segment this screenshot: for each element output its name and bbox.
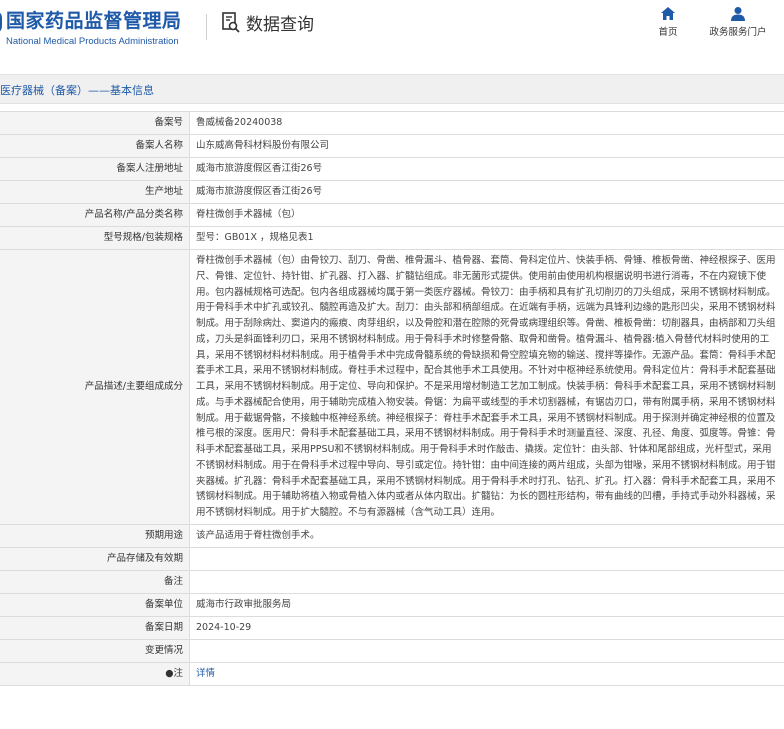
row-value: 详情 bbox=[189, 661, 784, 686]
row-label: 产品描述/主要组成成分 bbox=[0, 249, 190, 525]
row-value bbox=[189, 638, 784, 663]
table-row: 预期用途 该产品适用于脊柱微创手术。 bbox=[0, 523, 784, 548]
row-label: ●注 bbox=[0, 661, 190, 686]
nav-service-portal[interactable]: 政务服务门户 bbox=[700, 6, 776, 38]
table-row: 备案人名称 山东威高骨科材料股份有限公司 bbox=[0, 134, 784, 158]
row-label: 备案单位 bbox=[0, 592, 190, 617]
table-row: 备注 bbox=[0, 569, 784, 594]
row-value: 2024-10-29 bbox=[189, 615, 784, 640]
table-row: 型号规格/包装规格 型号：GB01X ，规格见表1 bbox=[0, 226, 784, 250]
row-label: 型号规格/包装规格 bbox=[0, 226, 190, 250]
row-label: 生产地址 bbox=[0, 180, 190, 204]
row-label: 备案人名称 bbox=[0, 134, 190, 158]
table-row: 备案人注册地址 威海市旅游度假区香江街26号 bbox=[0, 157, 784, 181]
table-row: 产品名称/产品分类名称 脊柱微创手术器械（包） bbox=[0, 203, 784, 227]
row-value: 鲁威械备20240038 bbox=[189, 111, 784, 135]
row-value: 脊柱微创手术器械（包） bbox=[189, 203, 784, 227]
user-icon bbox=[731, 7, 745, 21]
row-label: 变更情况 bbox=[0, 638, 190, 663]
table-row: 变更情况 bbox=[0, 638, 784, 663]
details-link[interactable]: 详情 bbox=[196, 668, 215, 679]
section-title-text: 数据查询 bbox=[246, 15, 314, 35]
nav-home-label: 首页 bbox=[658, 27, 678, 38]
row-value: 威海市行政审批服务局 bbox=[189, 592, 784, 617]
site-logo[interactable]: 国家药品监督管理局 National Medical Products Admi… bbox=[0, 6, 200, 47]
nav-home[interactable]: 首页 bbox=[650, 6, 686, 38]
logo-title-en: National Medical Products Administration bbox=[6, 36, 179, 47]
row-label: 预期用途 bbox=[0, 523, 190, 548]
row-value: 型号：GB01X ，规格见表1 bbox=[189, 226, 784, 250]
nav-service-portal-label: 政务服务门户 bbox=[709, 27, 767, 38]
row-value bbox=[189, 546, 784, 571]
row-value: 该产品适用于脊柱微创手术。 bbox=[189, 523, 784, 548]
document-search-icon bbox=[222, 11, 240, 33]
table-row: 生产地址 威海市旅游度假区香江街26号 bbox=[0, 180, 784, 204]
header-divider bbox=[206, 14, 207, 40]
site-header: 国家药品监督管理局 National Medical Products Admi… bbox=[0, 0, 784, 74]
row-value-description: 脊柱微创手术器械（包）由骨铰刀、刮刀、骨凿、椎骨漏斗、植骨器、套筒、骨科定位片、… bbox=[189, 249, 784, 525]
section-banner: 医疗器械（备案）——基本信息 bbox=[0, 74, 784, 104]
table-row: 备案号 鲁威械备20240038 bbox=[0, 111, 784, 135]
row-label: 产品名称/产品分类名称 bbox=[0, 203, 190, 227]
row-value bbox=[189, 569, 784, 594]
row-label: 备注 bbox=[0, 569, 190, 594]
table-row: 备案单位 威海市行政审批服务局 bbox=[0, 592, 784, 617]
section-title: 数据查询 bbox=[222, 10, 314, 35]
record-detail-table: 备案号 鲁威械备20240038 备案人名称 山东威高骨科材料股份有限公司 备案… bbox=[0, 111, 784, 686]
row-value: 威海市旅游度假区香江街26号 bbox=[189, 180, 784, 204]
row-value: 山东威高骨科材料股份有限公司 bbox=[189, 134, 784, 158]
row-label: 产品存储及有效期 bbox=[0, 546, 190, 571]
table-row: ●注 详情 bbox=[0, 661, 784, 686]
row-value: 威海市旅游度假区香江街26号 bbox=[189, 157, 784, 181]
table-row-description: 产品描述/主要组成成分 脊柱微创手术器械（包）由骨铰刀、刮刀、骨凿、椎骨漏斗、植… bbox=[0, 249, 784, 525]
home-icon bbox=[661, 7, 675, 20]
row-label: 备案日期 bbox=[0, 615, 190, 640]
banner-title: 医疗器械（备案）——基本信息 bbox=[0, 84, 154, 97]
table-row: 备案日期 2024-10-29 bbox=[0, 615, 784, 640]
row-label: 备案人注册地址 bbox=[0, 157, 190, 181]
row-label: 备案号 bbox=[0, 111, 190, 135]
logo-title-cn: 国家药品监督管理局 bbox=[6, 10, 182, 32]
table-row: 产品存储及有效期 bbox=[0, 546, 784, 571]
